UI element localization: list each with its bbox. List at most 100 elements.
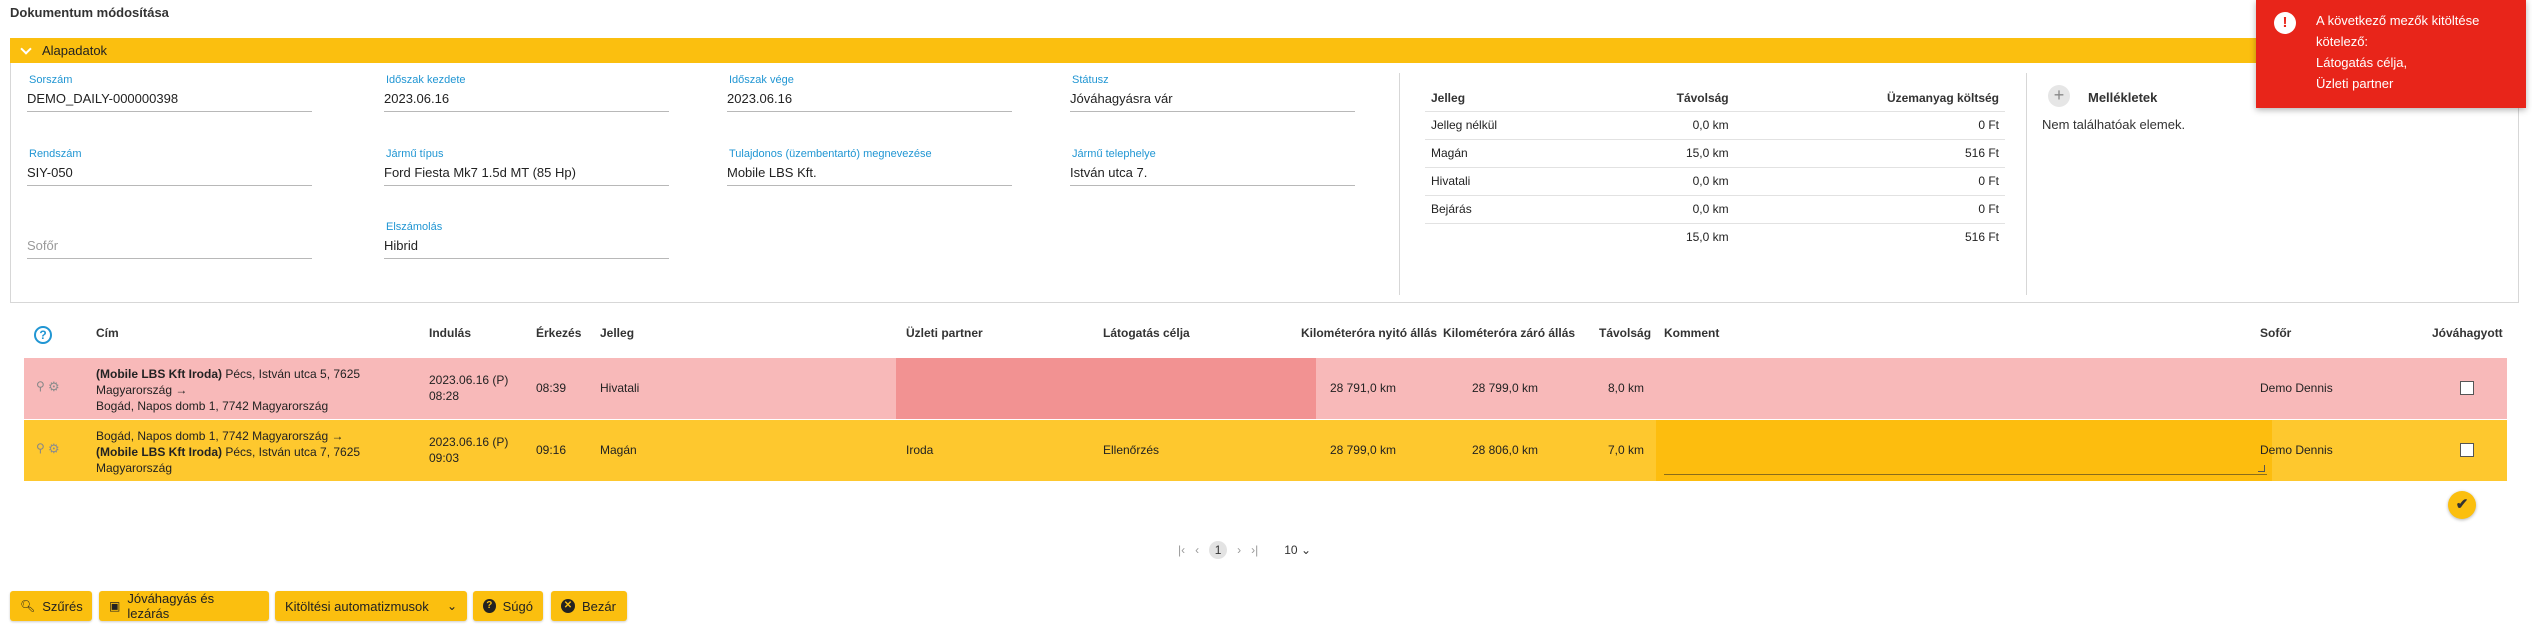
toast-text: Látogatás célja, bbox=[2316, 55, 2408, 70]
approve-and-close-button[interactable]: ▣ Jóváhagyás és lezárás bbox=[99, 591, 269, 621]
field-idoszak-kezdete[interactable]: Időszak kezdete 2023.06.16 bbox=[384, 74, 669, 112]
column-header-partner[interactable]: Üzleti partner bbox=[906, 326, 983, 340]
sofor-cell: Demo Dennis bbox=[2260, 381, 2333, 395]
jelleg-cell: Magán bbox=[1425, 138, 1596, 167]
pagination: |‹ ‹ 1 › ›| 10 ⌄ bbox=[1178, 541, 1311, 559]
field-sorszam[interactable]: Sorszám DEMO_DAILY-000000398 bbox=[27, 74, 312, 112]
column-header-indulas[interactable]: Indulás bbox=[429, 326, 471, 340]
last-page-icon[interactable]: ›| bbox=[1251, 543, 1258, 557]
rendszam-input[interactable]: SIY-050 bbox=[27, 164, 312, 186]
field-label: Elszámolás bbox=[386, 221, 443, 233]
chevron-down-icon: ⌄ bbox=[446, 599, 457, 613]
jelleg-cell: Bejárás bbox=[1425, 194, 1596, 223]
field-label: Időszak kezdete bbox=[386, 74, 466, 86]
partner-cell[interactable]: Iroda bbox=[906, 443, 933, 457]
field-tulajdonos[interactable]: Tulajdonos (üzembentartó) megnevezése Mo… bbox=[727, 148, 1012, 186]
tavolsag-cell: 0,0 km bbox=[1595, 166, 1735, 195]
jelleg-cell: Jelleg nélkül bbox=[1425, 110, 1596, 139]
address-cell: (Mobile LBS Kft Iroda) Pécs, István utca… bbox=[96, 366, 360, 414]
page-title: Dokumentum módosítása bbox=[10, 5, 169, 20]
column-header-cim[interactable]: Cím bbox=[96, 326, 119, 340]
table-row: Hivatali 0,0 km 0 Ft bbox=[1425, 166, 2005, 195]
address-text: Magyarország → bbox=[96, 383, 188, 397]
autofill-dropdown-button[interactable]: Kitöltési automatizmusok ⌄ bbox=[275, 591, 467, 621]
field-idoszak-vege[interactable]: Időszak vége 2023.06.16 bbox=[727, 74, 1012, 112]
table-row[interactable]: ⚲ ⚙ Bogád, Napos domb 1, 7742 Magyarorsz… bbox=[24, 420, 2507, 481]
field-telephely[interactable]: Jármű telephelye István utca 7. bbox=[1070, 148, 1355, 186]
column-header-sofor[interactable]: Sofőr bbox=[2260, 326, 2291, 340]
required-missing-cell[interactable] bbox=[896, 358, 1316, 419]
jelleg-cell: Hivatali bbox=[1425, 166, 1596, 195]
tulajdonos-input[interactable]: Mobile LBS Kft. bbox=[727, 164, 1012, 186]
tavolsag-cell: 7,0 km bbox=[1607, 443, 1644, 457]
field-sofor[interactable]: Sofőr bbox=[27, 221, 312, 259]
column-header-erkezes[interactable]: Érkezés bbox=[536, 326, 581, 340]
jarmu-tipus-input[interactable]: Ford Fiesta Mk7 1.5d MT (85 Hp) bbox=[384, 164, 669, 186]
resize-handle-icon[interactable] bbox=[2258, 465, 2265, 472]
page-size-value: 10 bbox=[1284, 543, 1298, 557]
field-label: Jármű típus bbox=[386, 148, 444, 160]
help-button[interactable]: ? Súgó bbox=[473, 591, 543, 621]
address-text: Magyarország bbox=[96, 461, 173, 475]
tavolsag-total: 15,0 km bbox=[1595, 222, 1735, 251]
panel-header-alapadatok[interactable]: Alapadatok bbox=[10, 38, 2519, 63]
column-header-km-nyito[interactable]: Kilométeróra nyitó állás bbox=[1301, 326, 1437, 340]
column-header-cel[interactable]: Látogatás célja bbox=[1103, 326, 1190, 340]
chevron-down-icon: ⌄ bbox=[1300, 543, 1312, 557]
toast-text: A következő mezők kitöltése bbox=[2316, 13, 2480, 28]
km-zaro-cell: 28 799,0 km bbox=[1471, 381, 1538, 395]
indulas-time: 09:03 bbox=[429, 451, 460, 465]
button-label: Kitöltési automatizmusok bbox=[285, 598, 429, 614]
field-label: Státusz bbox=[1072, 74, 1109, 86]
first-page-icon[interactable]: |‹ bbox=[1178, 543, 1185, 557]
telephely-input[interactable]: István utca 7. bbox=[1070, 164, 1355, 186]
error-toast[interactable]: ! A következő mezők kitöltése kötelező: … bbox=[2256, 0, 2526, 108]
button-label: Súgó bbox=[502, 598, 533, 614]
add-attachment-icon[interactable]: + bbox=[2048, 85, 2070, 107]
page-size-select[interactable]: 10 ⌄ bbox=[1284, 543, 1311, 557]
next-page-icon[interactable]: › bbox=[1237, 543, 1241, 557]
column-header-tavolsag[interactable]: Távolság bbox=[1599, 326, 1651, 340]
cel-cell[interactable]: Ellenőrzés bbox=[1103, 443, 1159, 457]
jelleg-cell bbox=[1425, 222, 1596, 251]
filter-button[interactable]: 🔍︎ Szűrés bbox=[10, 591, 92, 621]
current-page[interactable]: 1 bbox=[1209, 541, 1228, 559]
divider bbox=[1399, 73, 1400, 295]
idoszak-vege-input[interactable]: 2023.06.16 bbox=[727, 90, 1012, 112]
gear-icon[interactable]: ⚙ bbox=[48, 380, 61, 393]
prev-page-icon[interactable]: ‹ bbox=[1195, 543, 1199, 557]
column-header-komment[interactable]: Komment bbox=[1664, 326, 1719, 340]
gear-icon[interactable]: ⚙ bbox=[48, 442, 61, 455]
close-button[interactable]: ✕ Bezár bbox=[551, 591, 627, 621]
approve-all-button[interactable]: ✔ bbox=[2448, 491, 2476, 519]
help-icon[interactable]: ? bbox=[34, 326, 52, 344]
idoszak-kezdete-input[interactable]: 2023.06.16 bbox=[384, 90, 669, 112]
field-jarmu-tipus[interactable]: Jármű típus Ford Fiesta Mk7 1.5d MT (85 … bbox=[384, 148, 669, 186]
panel-title: Alapadatok bbox=[42, 43, 108, 58]
double-check-icon: ✔ bbox=[2455, 496, 2469, 513]
jelleg-cell[interactable]: Hivatali bbox=[600, 381, 639, 395]
jelleg-cell[interactable]: Magán bbox=[600, 443, 637, 457]
erkezes-cell: 09:16 bbox=[536, 443, 567, 457]
column-header-jovahagyott[interactable]: Jóváhagyott bbox=[2432, 326, 2503, 340]
column-header-jelleg[interactable]: Jelleg bbox=[600, 326, 634, 340]
koltseg-total: 516 Ft bbox=[1734, 222, 2005, 251]
field-elszamolas[interactable]: Elszámolás Hibrid bbox=[384, 221, 669, 259]
table-row[interactable]: ⚲ ⚙ (Mobile LBS Kft Iroda) Pécs, István … bbox=[24, 358, 2507, 419]
koltseg-cell: 0 Ft bbox=[1734, 166, 2005, 195]
field-label: Jármű telephelye bbox=[1072, 148, 1156, 160]
table-row: Magán 15,0 km 516 Ft bbox=[1425, 138, 2005, 167]
field-label: Sorszám bbox=[29, 74, 73, 86]
location-pin-icon[interactable]: ⚲ bbox=[36, 380, 46, 393]
help-icon: ? bbox=[483, 599, 496, 613]
location-pin-icon[interactable]: ⚲ bbox=[36, 442, 46, 455]
comment-textarea[interactable] bbox=[1664, 425, 2267, 475]
sorszam-input[interactable]: DEMO_DAILY-000000398 bbox=[27, 90, 312, 112]
field-rendszam[interactable]: Rendszám SIY-050 bbox=[27, 148, 312, 186]
approved-checkbox[interactable] bbox=[2460, 381, 2474, 395]
save-icon: ▣ bbox=[109, 599, 121, 613]
approved-checkbox[interactable] bbox=[2460, 443, 2474, 457]
sofor-input[interactable]: Sofőr bbox=[27, 237, 312, 259]
column-header-km-zaro[interactable]: Kilométeróra záró állás bbox=[1443, 326, 1575, 340]
elszamolas-input[interactable]: Hibrid bbox=[384, 237, 669, 259]
